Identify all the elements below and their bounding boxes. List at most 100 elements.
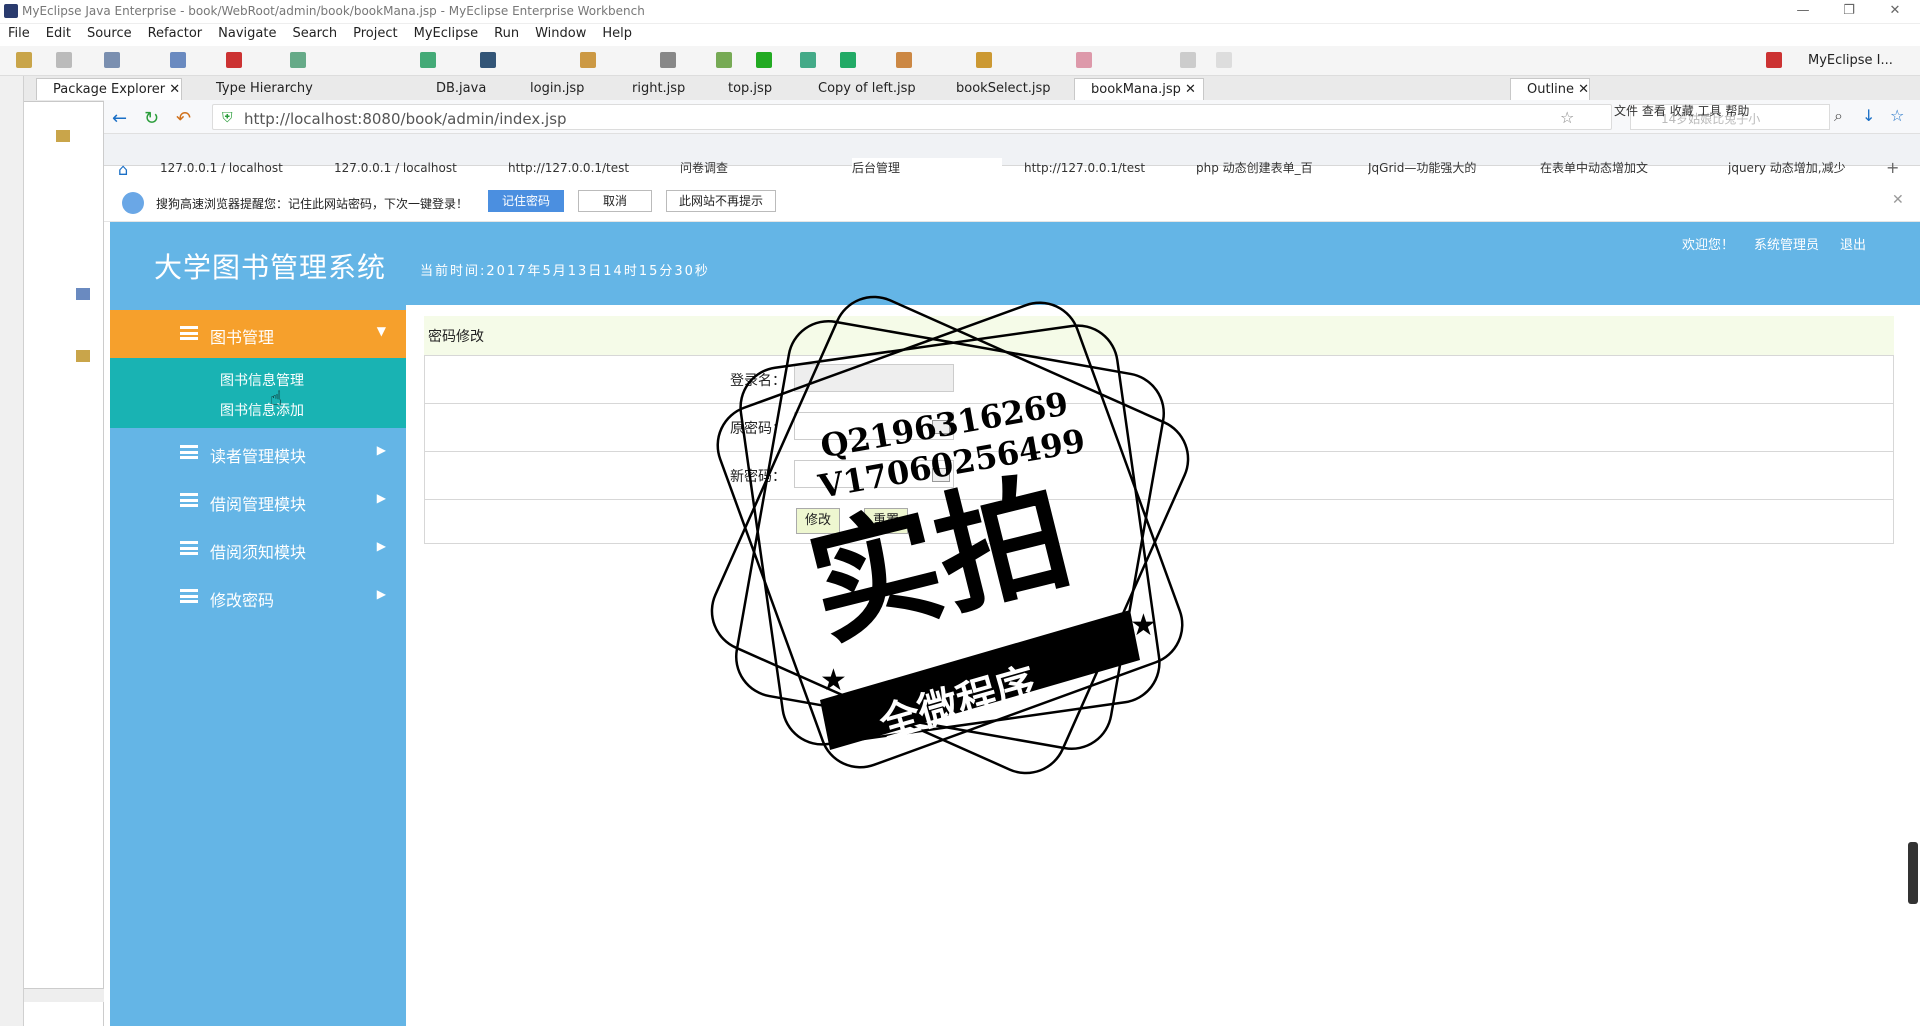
tab-copy-of-left-jsp[interactable]: Copy of left.jsp: [802, 78, 916, 100]
menu-search[interactable]: Search: [284, 24, 345, 44]
shield-icon: ⛨: [222, 110, 233, 126]
sidebar-item-borrow[interactable]: 借阅管理模块 ▶: [110, 477, 406, 525]
submenu-book-info-add[interactable]: 图书信息添加: [220, 400, 304, 420]
tab-db-java[interactable]: DB.java: [420, 78, 500, 100]
browser-menu: 文件 查看 收藏 工具 帮助: [1614, 102, 1749, 119]
tab-outline[interactable]: Outline ✕: [1510, 78, 1590, 100]
package-icon[interactable]: [580, 52, 596, 68]
browser-tab-active[interactable]: 后台管理: [852, 158, 1002, 178]
menu-refactor[interactable]: Refactor: [140, 24, 211, 44]
page-scrollbar[interactable]: [1908, 842, 1918, 904]
library-icon[interactable]: [76, 288, 90, 300]
refresh-icon[interactable]: ↻: [144, 108, 159, 129]
browser-tab[interactable]: JqGrid—功能强大的: [1368, 158, 1508, 178]
tab-bookmana-jsp[interactable]: bookMana.jsp ✕: [1074, 78, 1204, 100]
sidebar-item-label: 借阅管理模块: [210, 495, 307, 514]
browser-tab[interactable]: 127.0.0.1 / localhost: [334, 158, 474, 178]
print-icon[interactable]: [104, 52, 120, 68]
remember-password-button[interactable]: 记住密码: [488, 190, 564, 212]
new-tab-icon[interactable]: +: [1886, 158, 1899, 177]
monitor-icon[interactable]: [660, 52, 676, 68]
stack-icon: [180, 326, 198, 340]
close-notification-icon[interactable]: ✕: [1892, 192, 1904, 208]
download-icon[interactable]: ↓: [1862, 106, 1875, 125]
new-java-icon[interactable]: [896, 52, 912, 68]
undo-icon[interactable]: ↶: [176, 108, 191, 129]
next-annotation-icon[interactable]: [1076, 52, 1092, 68]
browser-tab[interactable]: jquery 动态增加,减少: [1728, 158, 1868, 178]
browser-tab[interactable]: 在表单中动态增加文: [1540, 158, 1680, 178]
menu-navigate[interactable]: Navigate: [210, 24, 284, 44]
horizontal-scrollbar[interactable]: [24, 988, 104, 1002]
forward-nav-icon[interactable]: [1216, 52, 1232, 68]
perspective-icon[interactable]: [1766, 52, 1782, 68]
browser-tab[interactable]: 问卷调查: [680, 158, 820, 178]
globe-icon[interactable]: [480, 52, 496, 68]
caret-right-icon: ▶: [376, 491, 386, 505]
bmenu-tools[interactable]: 工具: [1698, 104, 1722, 118]
debug-icon[interactable]: [716, 52, 732, 68]
logout-link[interactable]: 退出: [1840, 234, 1866, 253]
info-icon: [122, 192, 144, 214]
run-icon[interactable]: [756, 52, 772, 68]
open-type-icon[interactable]: [170, 52, 186, 68]
project-folder-icon[interactable]: [56, 130, 70, 142]
eclipse-toolbar: [0, 46, 1920, 76]
menu-source[interactable]: Source: [79, 24, 140, 44]
menu-file[interactable]: File: [0, 24, 38, 44]
sidebar-item-borrow-notice[interactable]: 借阅须知模块 ▶: [110, 525, 406, 573]
folder-icon[interactable]: [76, 350, 90, 362]
browser-tab[interactable]: http://127.0.0.1/test: [1024, 158, 1164, 178]
search-icon[interactable]: ⌕: [1834, 106, 1843, 126]
tab-right-jsp[interactable]: right.jsp: [616, 78, 696, 100]
sidebar-item-readers[interactable]: 读者管理模块 ▶: [110, 429, 406, 477]
perspective-label[interactable]: MyEclipse I...: [1808, 53, 1893, 68]
tab-type-hierarchy[interactable]: Type Hierarchy: [200, 78, 313, 100]
new-icon[interactable]: [16, 52, 32, 68]
package-explorer-panel: [24, 76, 104, 1026]
browser-tab[interactable]: http://127.0.0.1/test: [508, 158, 648, 178]
star-icon: ★: [820, 663, 847, 698]
user-link[interactable]: 系统管理员: [1754, 234, 1819, 253]
myeclipse-logo-icon: [4, 4, 18, 18]
bmenu-fav[interactable]: 收藏: [1670, 104, 1694, 118]
close-window-icon[interactable]: ✕: [1872, 0, 1918, 24]
back-arrow-icon[interactable]: ←: [112, 108, 127, 129]
bookmark-star-icon[interactable]: ☆: [1890, 106, 1904, 125]
sidebar-item-change-password[interactable]: 修改密码 ▶: [110, 573, 406, 621]
browser-tab[interactable]: 127.0.0.1 / localhost: [160, 158, 300, 178]
menu-edit[interactable]: Edit: [38, 24, 79, 44]
bmenu-help[interactable]: 帮助: [1725, 104, 1749, 118]
minimize-icon[interactable]: —: [1780, 0, 1826, 24]
menu-run[interactable]: Run: [486, 24, 527, 44]
notification-text: 搜狗高速浏览器提醒您：记住此网站密码，下次一键登录！: [156, 197, 469, 211]
external-tools-icon[interactable]: [840, 52, 856, 68]
save-icon[interactable]: [56, 52, 72, 68]
cancel-notification-button[interactable]: 取消: [578, 190, 652, 212]
url-text[interactable]: http://localhost:8080/book/admin/index.j…: [244, 110, 567, 128]
form-title: 密码修改: [428, 329, 484, 345]
menu-project[interactable]: Project: [345, 24, 405, 44]
browse-icon[interactable]: [290, 52, 306, 68]
menu-window[interactable]: Window: [527, 24, 594, 44]
coverage-icon[interactable]: [800, 52, 816, 68]
bmenu-view[interactable]: 查看: [1642, 104, 1666, 118]
tab-login-jsp[interactable]: login.jsp: [514, 78, 594, 100]
menu-myeclipse[interactable]: MyEclipse: [406, 24, 487, 44]
submenu-book-info-manage[interactable]: 图书信息管理: [220, 370, 304, 390]
server-icon[interactable]: [226, 52, 242, 68]
never-prompt-button[interactable]: 此网站不再提示: [666, 190, 776, 212]
tab-bookselect-jsp[interactable]: bookSelect.jsp: [940, 78, 1051, 100]
menu-help[interactable]: Help: [594, 24, 640, 44]
tab-top-jsp[interactable]: top.jsp: [712, 78, 792, 100]
restore-icon[interactable]: ❐: [1826, 0, 1872, 24]
back-nav-icon[interactable]: [1180, 52, 1196, 68]
deploy-icon[interactable]: [420, 52, 436, 68]
bmenu-file[interactable]: 文件: [1614, 104, 1638, 118]
favorite-star-icon[interactable]: ☆: [1560, 108, 1574, 127]
browser-tab[interactable]: php 动态创建表单_百: [1196, 158, 1336, 178]
sidebar-item-books[interactable]: 图书管理 ▼: [110, 310, 406, 358]
open-folder-icon[interactable]: [976, 52, 992, 68]
tab-package-explorer[interactable]: Package Explorer ✕: [36, 78, 182, 100]
home-icon[interactable]: ⌂: [118, 160, 128, 179]
